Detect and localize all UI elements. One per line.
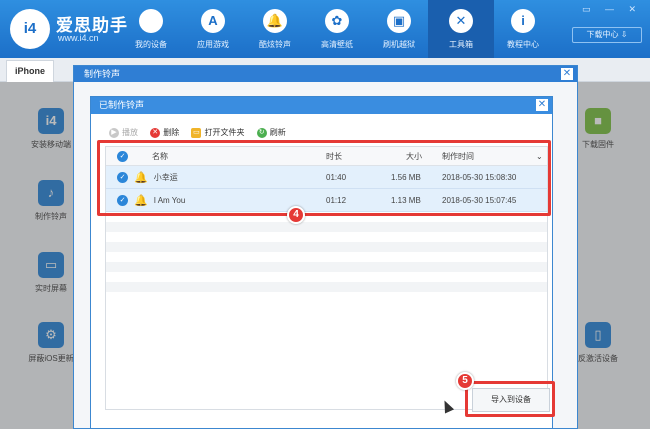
brand-url: www.i4.cn xyxy=(58,33,99,43)
nav-label: 工具箱 xyxy=(449,40,473,49)
dialog-title-bar: 制作铃声 ✕ xyxy=(74,66,577,82)
dialog-title-bar: 已制作铃声 ✕ xyxy=(91,97,552,114)
tab-iphone[interactable]: iPhone xyxy=(6,60,54,82)
delete-icon: ✕ xyxy=(150,127,161,138)
window-controls[interactable]: ▭ — ✕ xyxy=(582,4,642,15)
close-icon[interactable]: ✕ xyxy=(561,68,573,80)
nav-my-device[interactable]: 我的设备 xyxy=(118,0,184,58)
flower-icon: ✿ xyxy=(325,9,349,33)
step-4-badge: 4 xyxy=(287,206,305,224)
ringtone-toolbar: ▶ 播放 ✕ 删除 ▭ 打开文件夹 ↻ 刷新 xyxy=(109,127,296,141)
nav-toolbox[interactable]: ✕ 工具箱 xyxy=(428,0,494,58)
nav-label: 刷机越狱 xyxy=(383,40,415,49)
nav-wallpapers[interactable]: ✿ 高清壁纸 xyxy=(304,0,370,58)
folder-icon: ▭ xyxy=(191,127,202,138)
nav-apps-games[interactable]: A 应用游戏 xyxy=(180,0,246,58)
nav-label: 高清壁纸 xyxy=(321,40,353,49)
delete-button[interactable]: ✕ 删除 xyxy=(150,127,179,138)
box-icon: ▣ xyxy=(387,9,411,33)
top-bar: i4 爱思助手 www.i4.cn 我的设备 A 应用游戏 🔔 酷炫铃声 ✿ 高… xyxy=(0,0,650,58)
play-icon: ▶ xyxy=(109,127,119,138)
i4-logo: i4 xyxy=(10,9,50,49)
info-icon: i xyxy=(511,9,535,33)
download-center-button[interactable]: 下载中心 ⇩ xyxy=(572,27,642,43)
refresh-icon: ↻ xyxy=(256,127,267,138)
nav-label: 我的设备 xyxy=(135,40,167,49)
nav-label: 酷炫铃声 xyxy=(259,40,291,49)
import-to-device-button[interactable]: 导入到设备 xyxy=(472,388,550,412)
highlight-box-rows xyxy=(97,140,551,216)
tools-icon: ✕ xyxy=(449,9,473,33)
apple-icon xyxy=(139,9,163,33)
app-store-icon: A xyxy=(201,9,225,33)
refresh-button[interactable]: ↻ 刷新 xyxy=(256,127,286,138)
nav-ringtones[interactable]: 🔔 酷炫铃声 xyxy=(242,0,308,58)
nav-flash-jailbreak[interactable]: ▣ 刷机越狱 xyxy=(366,0,432,58)
nav-label: 教程中心 xyxy=(507,40,539,49)
open-folder-button[interactable]: ▭ 打开文件夹 xyxy=(191,127,244,138)
bell-icon: 🔔 xyxy=(263,9,287,33)
dialog-title: 制作铃声 xyxy=(84,69,121,79)
play-button[interactable]: ▶ 播放 xyxy=(109,127,138,138)
dialog-title: 已制作铃声 xyxy=(99,100,145,110)
close-icon[interactable]: ✕ xyxy=(536,99,548,111)
nav-tutorials[interactable]: i 教程中心 xyxy=(490,0,556,58)
nav-label: 应用游戏 xyxy=(197,40,229,49)
